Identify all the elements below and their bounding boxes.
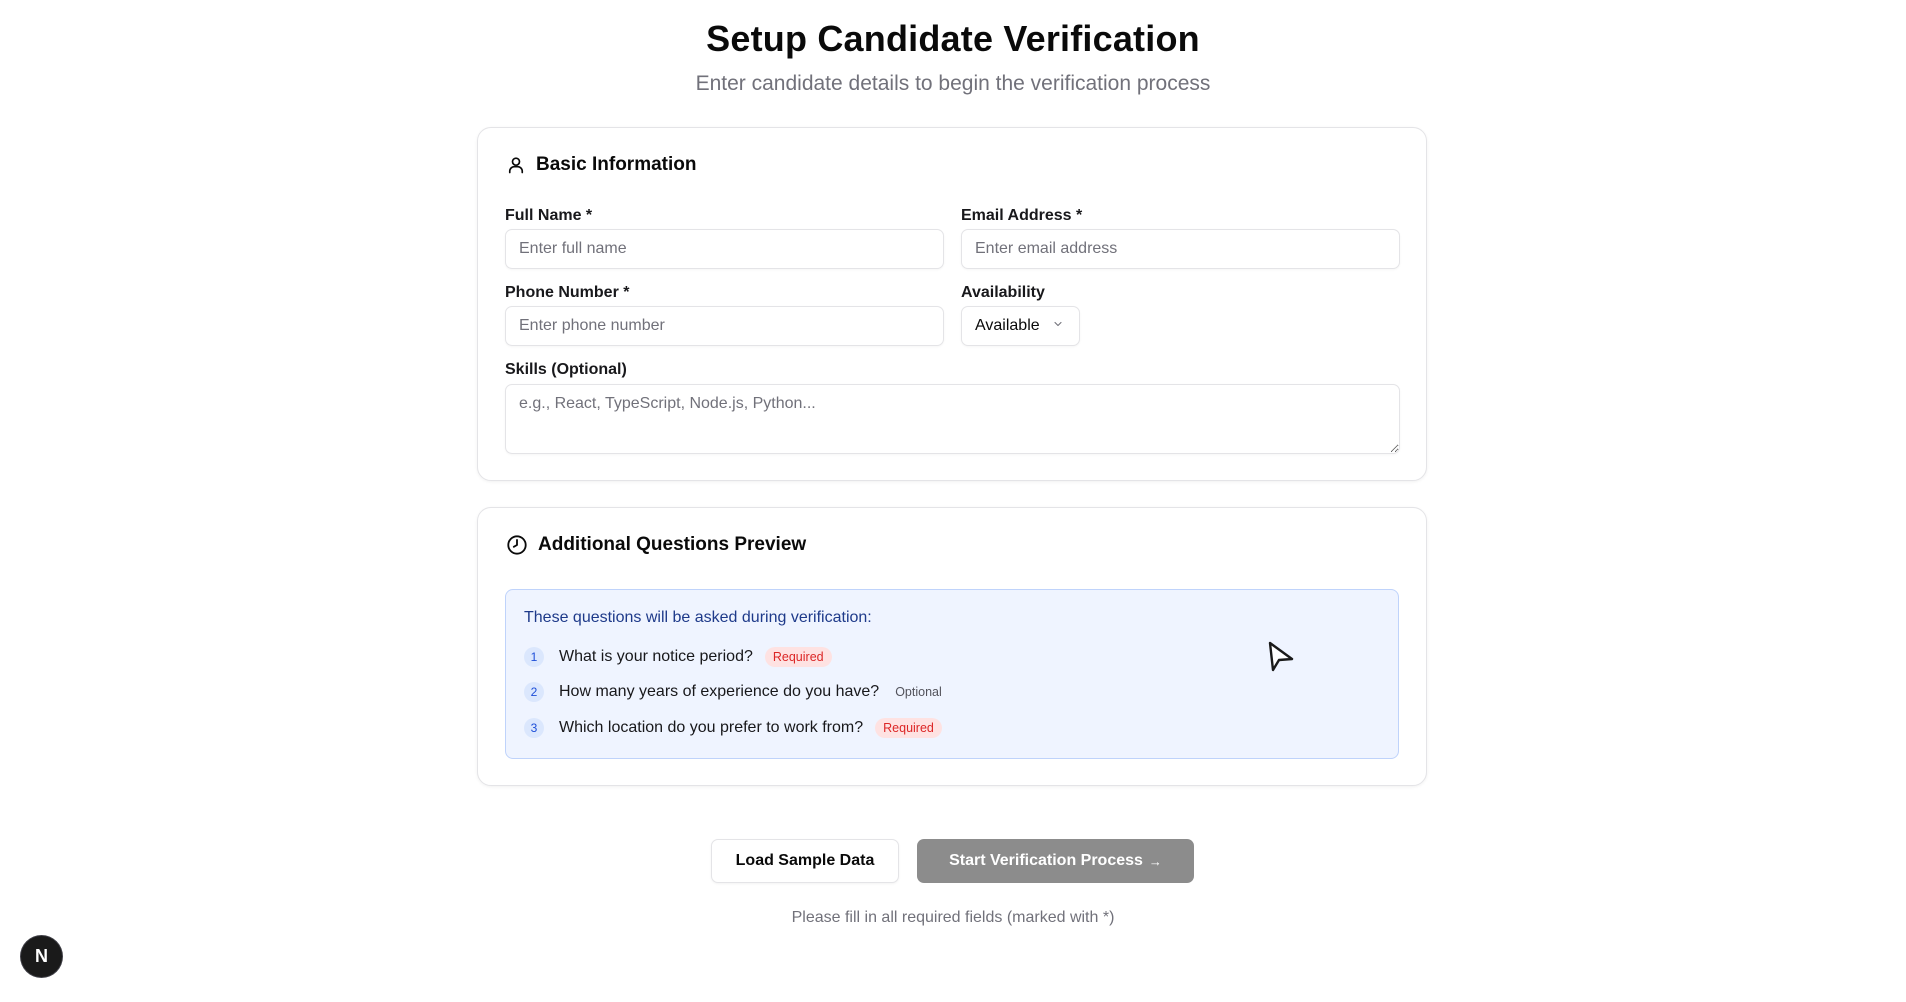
question-number: 3 bbox=[524, 718, 544, 738]
question-item: 1 What is your notice period? Required bbox=[524, 646, 832, 668]
question-number: 1 bbox=[524, 647, 544, 667]
user-icon bbox=[506, 155, 526, 175]
question-text: What is your notice period? bbox=[559, 648, 753, 665]
questions-preview-header: Additional Questions Preview bbox=[506, 534, 806, 556]
availability-select[interactable]: Available bbox=[961, 306, 1080, 346]
arrow-right-icon: → bbox=[1148, 853, 1162, 869]
question-text: Which location do you prefer to work fro… bbox=[559, 719, 864, 736]
questions-list-box: These questions will be asked during ver… bbox=[505, 589, 1399, 759]
optional-badge: Optional bbox=[895, 685, 942, 699]
start-verification-label: Start Verification Process bbox=[949, 852, 1143, 869]
phone-number-label: Phone Number * bbox=[505, 284, 630, 301]
full-name-label: Full Name * bbox=[505, 207, 593, 224]
email-address-label: Email Address * bbox=[961, 207, 1083, 224]
question-text: How many years of experience do you have… bbox=[559, 683, 880, 700]
skills-label: Skills (Optional) bbox=[505, 361, 627, 378]
skills-textarea[interactable] bbox=[505, 384, 1400, 454]
dev-badge-letter: N bbox=[35, 946, 48, 966]
basic-information-header: Basic Information bbox=[506, 154, 696, 176]
questions-heading: These questions will be asked during ver… bbox=[524, 609, 872, 626]
email-address-input[interactable] bbox=[961, 229, 1400, 269]
question-item: 2 How many years of experience do you ha… bbox=[524, 681, 944, 703]
page: Setup Candidate Verification Enter candi… bbox=[0, 0, 1906, 1002]
full-name-input[interactable] bbox=[505, 229, 944, 269]
required-badge: Required bbox=[764, 647, 832, 667]
questions-preview-title: Additional Questions Preview bbox=[538, 534, 807, 555]
availability-label: Availability bbox=[961, 284, 1045, 301]
required-badge: Required bbox=[875, 718, 942, 738]
basic-information-card: Basic Information Full Name * Email Addr… bbox=[477, 127, 1427, 481]
basic-information-title: Basic Information bbox=[536, 154, 697, 175]
mouse-pointer-icon bbox=[1267, 640, 1295, 677]
phone-number-input[interactable] bbox=[505, 306, 944, 346]
clock-icon bbox=[506, 534, 528, 556]
page-title: Setup Candidate Verification bbox=[706, 18, 1200, 59]
dev-tools-badge[interactable]: N bbox=[21, 936, 62, 977]
availability-selected-value: Available bbox=[975, 317, 1040, 334]
required-fields-note: Please fill in all required fields (mark… bbox=[791, 909, 1115, 926]
question-item: 3 Which location do you prefer to work f… bbox=[524, 717, 942, 739]
page-subtitle: Enter candidate details to begin the ver… bbox=[695, 72, 1211, 95]
chevron-down-icon bbox=[1052, 317, 1064, 335]
start-verification-button[interactable]: Start Verification Process → bbox=[917, 839, 1194, 883]
load-sample-data-button[interactable]: Load Sample Data bbox=[711, 839, 899, 883]
question-number: 2 bbox=[524, 682, 544, 702]
